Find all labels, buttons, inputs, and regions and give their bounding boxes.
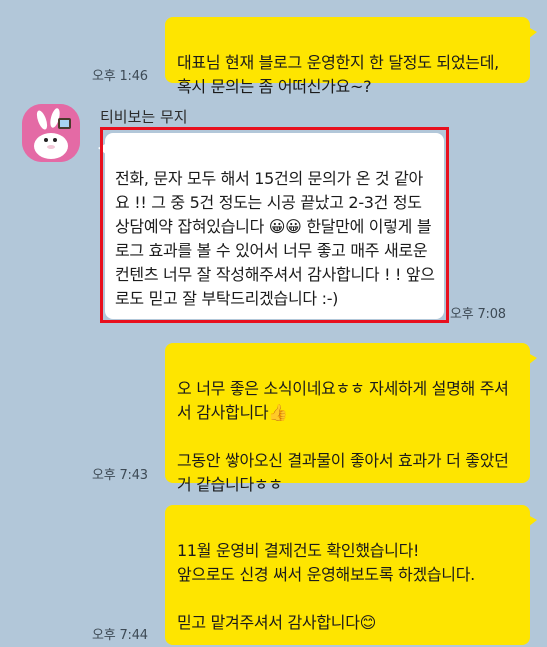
message-text: 11월 운영비 결제건도 확인했습니다! 앞으로도 신경 써서 운영해보도록 하… <box>177 541 475 632</box>
my-message-bubble[interactable]: 11월 운영비 결제건도 확인했습니다! 앞으로도 신경 써서 운영해보도록 하… <box>165 505 537 645</box>
their-message-bubble[interactable]: 전화, 문자 모두 해서 15건의 문의가 온 것 같아요 !! 그 중 5건 … <box>98 133 444 319</box>
muzi-avatar-icon[interactable] <box>22 104 80 162</box>
sender-name: 티비보는 무지 <box>100 108 188 126</box>
my-message-bubble[interactable]: 오 너무 좋은 소식이네요ㅎㅎ 자세하게 설명해 주셔서 감사합니다👍 그동안 … <box>165 343 537 494</box>
message-time: 오후 1:46 <box>92 69 148 84</box>
chat-window: 대표님 현재 블로그 운영한지 한 달정도 되었는데, 혹시 문의는 좀 어떠신… <box>0 0 547 647</box>
message-text: 오 너무 좋은 소식이네요ㅎㅎ 자세하게 설명해 주셔서 감사합니다👍 그동안 … <box>177 379 509 494</box>
message-time: 오후 7:08 <box>450 307 506 322</box>
message-time: 오후 7:43 <box>92 468 148 483</box>
message-text: 대표님 현재 블로그 운영한지 한 달정도 되었는데, 혹시 문의는 좀 어떠신… <box>177 53 499 96</box>
message-time: 오후 7:44 <box>92 628 148 643</box>
message-text: 전화, 문자 모두 해서 15건의 문의가 온 것 같아요 !! 그 중 5건 … <box>115 169 435 308</box>
my-message-bubble[interactable]: 대표님 현재 블로그 운영한지 한 달정도 되었는데, 혹시 문의는 좀 어떠신… <box>165 17 537 96</box>
